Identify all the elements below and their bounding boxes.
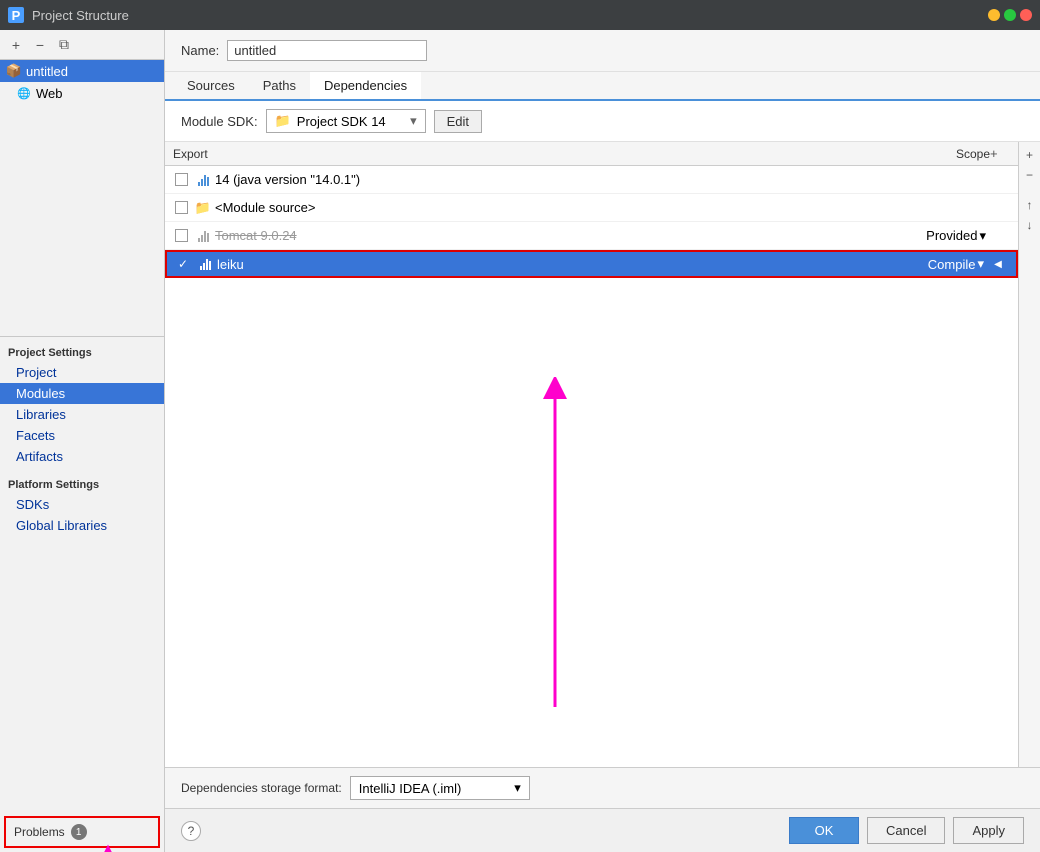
module-tree: 📦 untitled 🌐 Web bbox=[0, 60, 164, 336]
tree-item-web[interactable]: 🌐 Web bbox=[0, 82, 164, 104]
dep-row-leiku[interactable]: ✓ leiku bbox=[165, 250, 1018, 278]
window-title: Project Structure bbox=[32, 8, 129, 23]
apply-button[interactable]: Apply bbox=[953, 817, 1024, 844]
dep-name-module-source: <Module source> bbox=[215, 200, 900, 215]
cancel-button[interactable]: Cancel bbox=[867, 817, 945, 844]
storage-dropdown-arrow: ▾ bbox=[514, 780, 521, 796]
sidebar-item-libraries[interactable]: Libraries bbox=[0, 404, 164, 425]
dep-lib-icon-tomcat bbox=[195, 228, 211, 244]
dependencies-table-body: 14 (java version "14.0.1") 📁 bbox=[165, 166, 1018, 767]
dep-lib-icon-java14 bbox=[195, 172, 211, 188]
tab-sources[interactable]: Sources bbox=[173, 72, 249, 101]
web-icon: 🌐 bbox=[16, 85, 32, 101]
dep-row-tomcat[interactable]: Tomcat 9.0.24 Provided ▾ bbox=[165, 222, 1018, 250]
dep-add-button[interactable]: + bbox=[1021, 146, 1039, 164]
tab-dependencies[interactable]: Dependencies bbox=[310, 72, 421, 101]
sdk-dropdown-arrow: ▾ bbox=[410, 113, 417, 129]
sdk-folder-icon: 📁 bbox=[275, 113, 291, 129]
dep-row-module-source[interactable]: 📁 <Module source> bbox=[165, 194, 1018, 222]
dependencies-table-header: Export Scope + bbox=[165, 142, 1018, 166]
project-settings-header: Project Settings bbox=[0, 341, 164, 362]
problems-badge: 1 bbox=[71, 824, 87, 840]
minimize-button[interactable] bbox=[988, 9, 1000, 21]
content-area: Name: Sources Paths Dependencies Module … bbox=[165, 30, 1040, 852]
close-button[interactable] bbox=[1020, 9, 1032, 21]
dep-folder-icon-module-source: 📁 bbox=[195, 200, 211, 216]
scope-arrow-leiku: ▾ bbox=[977, 256, 984, 272]
checkmark-icon: ✓ bbox=[178, 257, 188, 271]
copy-module-button[interactable]: ⧉ bbox=[54, 35, 74, 55]
sidebar-item-modules[interactable]: Modules bbox=[0, 383, 164, 404]
sidebar-item-artifacts[interactable]: Artifacts bbox=[0, 446, 164, 467]
module-icon: 📦 bbox=[6, 63, 22, 79]
sdk-value: Project SDK 14 bbox=[297, 114, 386, 129]
dep-remove-button[interactable]: − bbox=[1021, 166, 1039, 184]
dep-sidebar-toolbar: + − ↑ ↓ bbox=[1018, 142, 1040, 767]
sidebar-toolbar: + − ⧉ bbox=[0, 30, 164, 60]
export-header: Export bbox=[173, 147, 223, 161]
problems-section[interactable]: Problems 1 bbox=[4, 816, 160, 848]
scope-header: Scope bbox=[900, 147, 990, 161]
dep-checkbox-tomcat[interactable] bbox=[173, 228, 189, 244]
sdk-label: Module SDK: bbox=[181, 114, 258, 129]
dep-name-leiku: leiku bbox=[217, 257, 898, 272]
dep-name-java14: 14 (java version "14.0.1") bbox=[215, 172, 900, 187]
dep-scope-compile[interactable]: Compile ▾ bbox=[898, 256, 984, 272]
sidebar-item-facets[interactable]: Facets bbox=[0, 425, 164, 446]
storage-label: Dependencies storage format: bbox=[181, 781, 342, 795]
scope-arrow-tomcat: ▾ bbox=[979, 228, 986, 244]
add-module-button[interactable]: + bbox=[6, 35, 26, 55]
problems-label: Problems bbox=[14, 825, 65, 839]
tab-paths[interactable]: Paths bbox=[249, 72, 310, 101]
dep-checkbox-module-source[interactable] bbox=[173, 200, 189, 216]
name-label: Name: bbox=[181, 43, 219, 58]
app-icon: P bbox=[8, 7, 24, 23]
remove-module-button[interactable]: − bbox=[30, 35, 50, 55]
storage-row: Dependencies storage format: IntelliJ ID… bbox=[165, 767, 1040, 808]
footer: ? OK Cancel Apply bbox=[165, 808, 1040, 852]
dependencies-table-wrapper: Export Scope + bbox=[165, 142, 1040, 767]
ok-button[interactable]: OK bbox=[789, 817, 859, 844]
sdk-row: Module SDK: 📁 Project SDK 14 ▾ Edit bbox=[165, 101, 1040, 142]
dep-row-java14[interactable]: 14 (java version "14.0.1") bbox=[165, 166, 1018, 194]
dep-scope-leiku: Compile ▾ bbox=[898, 256, 988, 272]
name-row: Name: bbox=[165, 30, 1040, 72]
tree-item-label: Web bbox=[36, 86, 63, 101]
dep-move-up-button[interactable]: ↑ bbox=[1021, 196, 1039, 214]
dep-name-tomcat: Tomcat 9.0.24 bbox=[215, 228, 900, 243]
window-controls bbox=[988, 9, 1032, 21]
help-button[interactable]: ? bbox=[181, 821, 201, 841]
storage-value: IntelliJ IDEA (.iml) bbox=[359, 781, 462, 796]
sidebar-item-sdks[interactable]: SDKs bbox=[0, 494, 164, 515]
sdk-select[interactable]: 📁 Project SDK 14 ▾ bbox=[266, 109, 426, 133]
tree-item-untitled[interactable]: 📦 untitled bbox=[0, 60, 164, 82]
dep-checkbox-java14[interactable] bbox=[173, 172, 189, 188]
tree-item-label: untitled bbox=[26, 64, 68, 79]
tabs-row: Sources Paths Dependencies bbox=[165, 72, 1040, 101]
title-bar: P Project Structure bbox=[0, 0, 1040, 30]
storage-select[interactable]: IntelliJ IDEA (.iml) ▾ bbox=[350, 776, 530, 800]
platform-settings-header: Platform Settings bbox=[0, 473, 164, 494]
dep-scope-tomcat: Provided ▾ bbox=[900, 228, 990, 244]
add-dep-button[interactable]: + bbox=[990, 146, 998, 161]
dep-scope-provided[interactable]: Provided ▾ bbox=[900, 228, 986, 244]
maximize-button[interactable] bbox=[1004, 9, 1016, 21]
dep-lib-icon-leiku bbox=[197, 256, 213, 272]
edit-sdk-button[interactable]: Edit bbox=[434, 110, 482, 133]
sidebar-item-project[interactable]: Project bbox=[0, 362, 164, 383]
dependencies-content: Module SDK: 📁 Project SDK 14 ▾ Edit Expo… bbox=[165, 101, 1040, 808]
sidebar: + − ⧉ 📦 untitled 🌐 Web Project Settings … bbox=[0, 30, 165, 852]
dep-checkbox-leiku[interactable]: ✓ bbox=[175, 256, 191, 272]
name-input[interactable] bbox=[227, 40, 427, 61]
dep-move-down-button[interactable]: ↓ bbox=[1021, 216, 1039, 234]
sidebar-item-global-libraries[interactable]: Global Libraries bbox=[0, 515, 164, 536]
